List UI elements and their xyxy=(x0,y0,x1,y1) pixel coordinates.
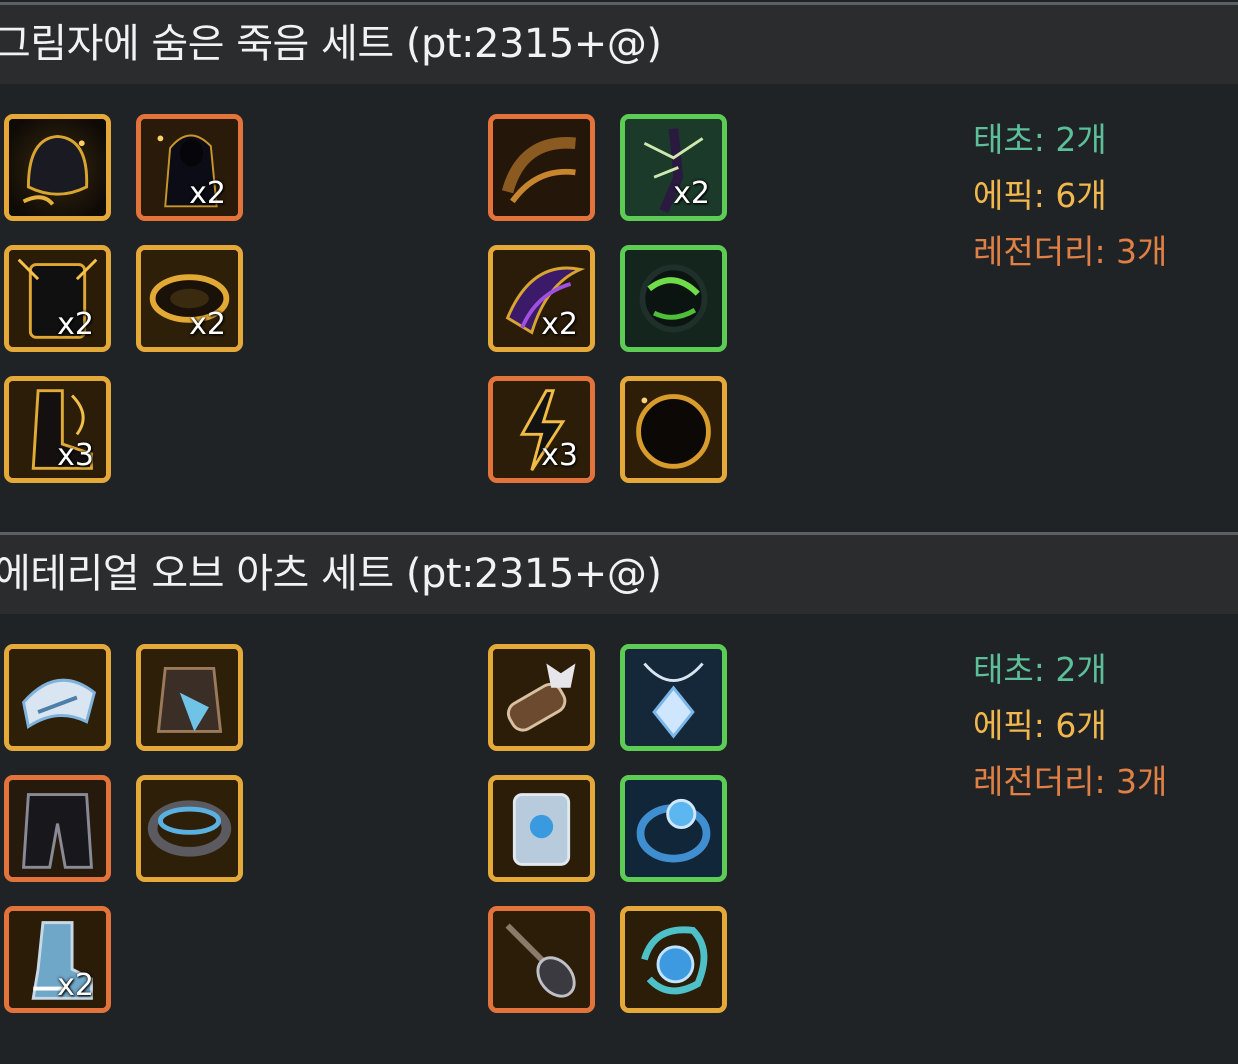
item-quantity: x2 xyxy=(57,968,94,1003)
item-quantity: x2 xyxy=(189,307,226,342)
item-quantity: x3 xyxy=(541,438,578,473)
green-orb-icon[interactable] xyxy=(620,245,727,352)
wolf-bracer-icon[interactable] xyxy=(488,644,595,751)
item-quantity: x2 xyxy=(189,176,226,211)
ethereal-coat-icon[interactable] xyxy=(136,644,243,751)
item-quantity: x2 xyxy=(673,176,710,211)
taecho-count: 태초: 2개 xyxy=(973,120,1107,159)
set-title[interactable]: 그림자에 숨은 죽음 세트 (pt:2315+@) xyxy=(0,5,662,84)
epic-count: 에픽: 6개 xyxy=(973,706,1107,745)
hood-helmet-icon[interactable] xyxy=(4,114,111,221)
dark-armor-icon[interactable]: x2 xyxy=(4,245,111,352)
blue-ring-icon[interactable] xyxy=(620,775,727,882)
crystal-necklace-icon[interactable] xyxy=(620,644,727,751)
rarity-summary: 태초: 2개 에픽: 6개 레전더리: 3개 xyxy=(973,112,1167,280)
lightning-stone-icon[interactable]: x3 xyxy=(488,376,595,483)
thorn-necklace-icon[interactable]: x2 xyxy=(620,114,727,221)
legendary-count: 레전더리: 3개 xyxy=(973,232,1168,271)
spiked-mace-icon[interactable] xyxy=(488,906,595,1013)
dark-cloak-icon[interactable]: x2 xyxy=(136,114,243,221)
ethereal-pants-icon[interactable] xyxy=(4,775,111,882)
legendary-count: 레전더리: 3개 xyxy=(973,762,1168,801)
gold-belt-icon[interactable]: x2 xyxy=(136,245,243,352)
ethereal-belt-icon[interactable] xyxy=(136,775,243,882)
ethereal-boots-icon[interactable]: x2 xyxy=(4,906,111,1013)
dark-ring-icon[interactable] xyxy=(620,376,727,483)
rarity-summary: 태초: 2개 에픽: 6개 레전더리: 3개 xyxy=(973,642,1167,810)
shadow-bracelet-icon[interactable] xyxy=(488,114,595,221)
item-quantity: x2 xyxy=(541,307,578,342)
set-title[interactable]: 에테리얼 오브 아츠 세트 (pt:2315+@) xyxy=(0,535,662,614)
set-header: 그림자에 숨은 죽음 세트 (pt:2315+@) xyxy=(0,5,1238,84)
silver-shield-icon[interactable] xyxy=(488,775,595,882)
item-quantity: x2 xyxy=(57,307,94,342)
item-quantity: x3 xyxy=(57,438,94,473)
purple-crescent-icon[interactable]: x2 xyxy=(488,245,595,352)
ethereal-shoulder-icon[interactable] xyxy=(4,644,111,751)
dark-boots-icon[interactable]: x3 xyxy=(4,376,111,483)
taecho-count: 태초: 2개 xyxy=(973,650,1107,689)
set-header: 에테리얼 오브 아츠 세트 (pt:2315+@) xyxy=(0,535,1238,614)
epic-count: 에픽: 6개 xyxy=(973,176,1107,215)
water-orb-icon[interactable] xyxy=(620,906,727,1013)
